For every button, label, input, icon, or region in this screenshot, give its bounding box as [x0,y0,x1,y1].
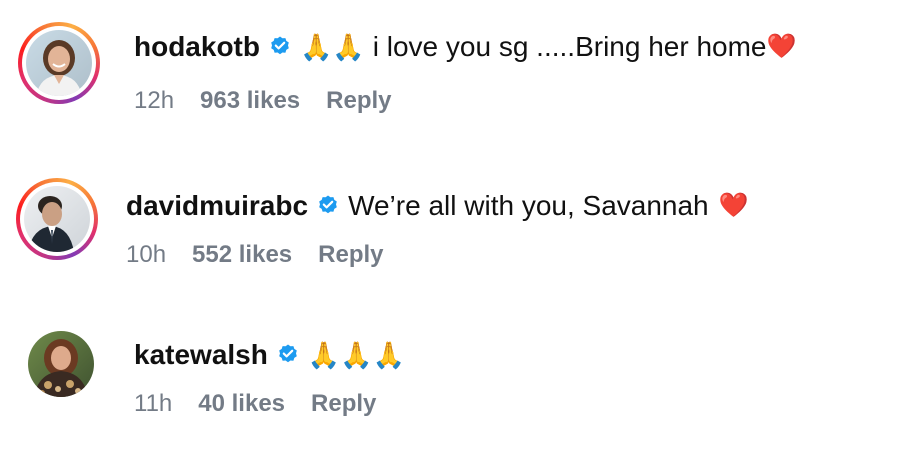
comment-text: We’re all with you, Savannah [348,190,709,221]
timestamp[interactable]: 11h [134,389,172,419]
comment-line: hodakotb 🙏🙏 i love you sg .....Bring her… [134,30,796,64]
comment-text: i love you sg .....Bring her home [372,31,767,62]
reply-button[interactable]: Reply [311,389,376,419]
likes-count[interactable]: 40 likes [198,389,285,419]
avatar-border [20,182,94,256]
username[interactable]: katewalsh [134,338,268,372]
folded-hands-emoji: 🙏🙏🙏 [307,340,405,370]
likes-count[interactable]: 963 likes [200,86,300,116]
red-heart-emoji: ❤️ [718,192,749,219]
avatar-border [22,26,96,100]
username[interactable]: hodakotb [134,30,260,64]
avatar[interactable] [28,331,94,397]
avatar[interactable] [24,186,90,252]
verified-badge-icon [279,344,297,363]
reply-button[interactable]: Reply [326,86,391,116]
red-heart-emoji: ❤️ [766,33,797,60]
comment-line: davidmuirabc We’re all with you, Savanna… [126,189,749,223]
comment-meta: 10h 552 likes Reply [126,240,384,270]
avatar-wrap[interactable] [28,331,94,397]
comment-meta: 12h 963 likes Reply [134,86,392,116]
reply-button[interactable]: Reply [318,240,383,270]
likes-count[interactable]: 552 likes [192,240,292,270]
verified-badge-icon [319,195,337,214]
comment-meta: 11h 40 likes Reply [134,389,376,419]
avatar[interactable] [26,30,92,96]
username[interactable]: davidmuirabc [126,189,308,223]
comment-line: katewalsh 🙏🙏🙏 [134,338,405,372]
story-ring[interactable] [16,178,98,260]
timestamp[interactable]: 10h [126,240,166,270]
story-ring[interactable] [18,22,100,104]
verified-badge-icon [271,36,289,55]
folded-hands-emoji: 🙏🙏 [300,32,365,62]
timestamp[interactable]: 12h [134,86,174,116]
